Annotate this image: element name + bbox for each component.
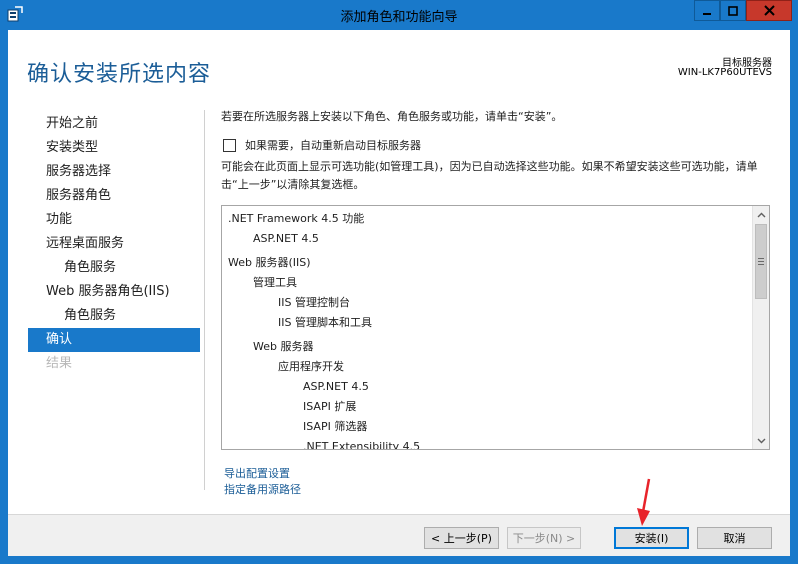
- list-item: ISAPI 扩展: [303, 400, 357, 413]
- nav-item-before-you-begin[interactable]: 开始之前: [28, 112, 200, 136]
- minimize-icon: [703, 12, 711, 15]
- list-item: Web 服务器(IIS): [228, 256, 311, 269]
- nav-item-server-roles[interactable]: 服务器角色: [28, 184, 200, 208]
- nav-item-installation-type[interactable]: 安装类型: [28, 136, 200, 160]
- close-button[interactable]: [746, 0, 792, 21]
- maximize-icon: [728, 5, 738, 16]
- selected-features-list[interactable]: .NET Framework 4.5 功能 ASP.NET 4.5 Web 服务…: [221, 205, 770, 450]
- wizard-nav: 开始之前 安装类型 服务器选择 服务器角色 功能 远程桌面服务 角色服务 Web…: [28, 112, 200, 376]
- export-configuration-link[interactable]: 导出配置设置: [224, 465, 290, 481]
- list-item: ASP.NET 4.5: [253, 232, 319, 245]
- intro-text: 若要在所选服务器上安装以下角色、角色服务或功能，请单击“安装”。: [221, 110, 563, 123]
- grip-line: [758, 261, 764, 262]
- wizard-client-area: 确认安装所选内容 目标服务器 WIN-LK7P60UTEVS 开始之前 安装类型…: [8, 30, 790, 556]
- nav-item-server-selection[interactable]: 服务器选择: [28, 160, 200, 184]
- features-list-content: .NET Framework 4.5 功能 ASP.NET 4.5 Web 服务…: [222, 206, 752, 450]
- nav-item-web-server-role[interactable]: Web 服务器角色(IIS): [28, 280, 200, 304]
- next-button: 下一步(N) >: [507, 527, 581, 549]
- scroll-down-button[interactable]: [753, 432, 769, 449]
- maximize-button[interactable]: [720, 0, 746, 21]
- nav-item-confirmation[interactable]: 确认: [28, 328, 200, 352]
- list-item: 应用程序开发: [278, 360, 344, 373]
- window-title: 添加角色和功能向导: [340, 10, 458, 25]
- list-item: .NET Framework 4.5 功能: [228, 212, 365, 225]
- cancel-button[interactable]: 取消: [697, 527, 772, 549]
- list-item: 管理工具: [253, 276, 297, 289]
- nav-item-rds-role-services[interactable]: 角色服务: [28, 256, 200, 280]
- grip-line: [758, 258, 764, 259]
- grip-line: [758, 264, 764, 265]
- list-item: IIS 管理控制台: [278, 296, 350, 309]
- nav-divider: [204, 110, 205, 490]
- vertical-scrollbar[interactable]: [752, 206, 769, 449]
- wizard-footer: < 上一步(P) 下一步(N) > 安装(I) 取消: [8, 514, 790, 556]
- scroll-thumb[interactable]: [755, 224, 767, 299]
- list-item: ISAPI 筛选器: [303, 420, 368, 433]
- restart-checkbox[interactable]: [223, 138, 236, 152]
- install-button[interactable]: 安装(I): [614, 527, 689, 549]
- title-bar[interactable]: 添加角色和功能向导: [0, 0, 798, 30]
- list-item: Web 服务器: [253, 340, 314, 353]
- list-item: IIS 管理脚本和工具: [278, 316, 372, 329]
- list-item: ASP.NET 4.5: [303, 380, 369, 393]
- nav-item-remote-desktop-services[interactable]: 远程桌面服务: [28, 232, 200, 256]
- previous-button[interactable]: < 上一步(P): [424, 527, 499, 549]
- nav-item-results: 结果: [46, 356, 73, 371]
- wizard-window: 添加角色和功能向导 确认安装所选内容 目标服务器 WIN-LK7P60UTEVS…: [0, 0, 798, 564]
- nav-item-iis-role-services[interactable]: 角色服务: [28, 304, 200, 328]
- target-server-name: WIN-LK7P60UTEVS: [677, 67, 772, 78]
- nav-item-features[interactable]: 功能: [28, 208, 200, 232]
- close-icon: [763, 5, 775, 16]
- restart-option[interactable]: 如果需要，自动重新启动目标服务器: [223, 137, 421, 153]
- page-title: 确认安装所选内容: [27, 62, 212, 87]
- list-item: .NET Extensibility 4.5: [303, 440, 421, 450]
- chevron-down-icon: [757, 438, 765, 443]
- minimize-button[interactable]: [694, 0, 720, 21]
- scroll-up-button[interactable]: [753, 206, 769, 223]
- chevron-up-icon: [757, 212, 765, 217]
- red-arrow-annotation-icon: [637, 478, 651, 526]
- alternate-source-path-link[interactable]: 指定备用源路径: [224, 481, 301, 497]
- optional-features-hint: 可能会在此页面上显示可选功能(如管理工具)，因为已自动选择这些功能。如果不希望安…: [221, 160, 758, 191]
- restart-checkbox-label[interactable]: 如果需要，自动重新启动目标服务器: [245, 137, 421, 153]
